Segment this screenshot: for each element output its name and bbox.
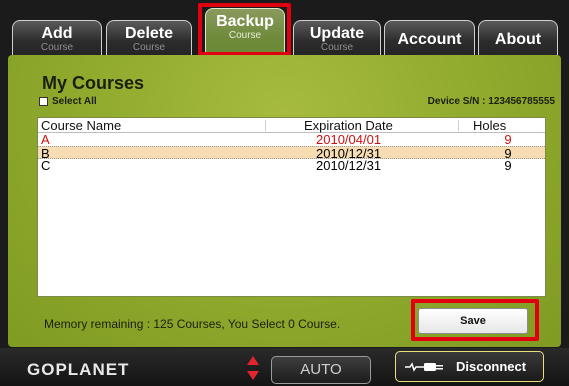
tab-label: Delete — [124, 25, 174, 42]
course-list: Course Name Expiration Date Holes A 2010… — [37, 117, 546, 297]
column-separator — [265, 120, 266, 131]
course-name: C — [41, 158, 51, 173]
header-holes[interactable]: Holes — [473, 119, 506, 133]
backup-tab-highlight — [198, 3, 291, 56]
select-all-toggle[interactable]: Select All — [39, 96, 97, 107]
plug-icon — [405, 362, 443, 372]
tab-delete-course[interactable]: Delete Course — [106, 20, 192, 58]
holes-count: 9 — [504, 158, 512, 173]
auto-button[interactable]: AUTO — [271, 356, 371, 384]
tab-sublabel: Course — [132, 42, 166, 53]
tab-account[interactable]: Account — [384, 20, 475, 58]
course-list-header: Course Name Expiration Date Holes — [38, 118, 545, 133]
tab-label: Account — [397, 31, 462, 48]
disconnect-label: Disconnect — [456, 359, 527, 374]
arrow-down-icon[interactable] — [247, 371, 259, 380]
course-name: A — [41, 132, 50, 147]
tab-label: Update — [309, 25, 365, 42]
tab-add-course[interactable]: Add Course — [12, 20, 102, 58]
holes-count: 9 — [504, 132, 512, 147]
page-title: My Courses — [42, 73, 145, 93]
save-button-highlight — [411, 299, 539, 341]
disconnect-button[interactable]: Disconnect — [395, 351, 544, 382]
column-separator — [458, 120, 459, 131]
select-all-label: Select All — [52, 96, 97, 107]
tab-about[interactable]: About — [478, 20, 558, 58]
expiration-date: 2010/04/01 — [316, 132, 382, 147]
tab-label: About — [494, 31, 542, 48]
expiration-date: 2010/12/31 — [316, 158, 382, 173]
tab-label: Add — [41, 25, 73, 42]
arrow-up-icon[interactable] — [247, 356, 259, 365]
tab-bar: Add Course Delete Course Backup Course U… — [0, 0, 569, 58]
select-all-checkbox[interactable] — [39, 97, 48, 106]
goplanet-logo: GOPLANET — [27, 360, 130, 379]
course-row-b[interactable]: B 2010/12/31 9 — [38, 146, 545, 160]
memory-remaining-text: Memory remaining : 125 Courses, You Sele… — [44, 317, 341, 331]
tab-sublabel: Course — [40, 42, 74, 53]
tab-sublabel: Course — [320, 42, 354, 53]
device-serial-number: Device S/N : 123456785555 — [427, 96, 555, 107]
up-down-arrows-icon[interactable] — [247, 356, 259, 384]
header-expiration-date[interactable]: Expiration Date — [304, 119, 393, 133]
tab-update-course[interactable]: Update Course — [293, 20, 381, 58]
course-row-c[interactable]: C 2010/12/31 9 — [38, 159, 545, 172]
header-course-name[interactable]: Course Name — [41, 119, 121, 133]
course-row-a[interactable]: A 2010/04/01 9 — [38, 133, 545, 146]
